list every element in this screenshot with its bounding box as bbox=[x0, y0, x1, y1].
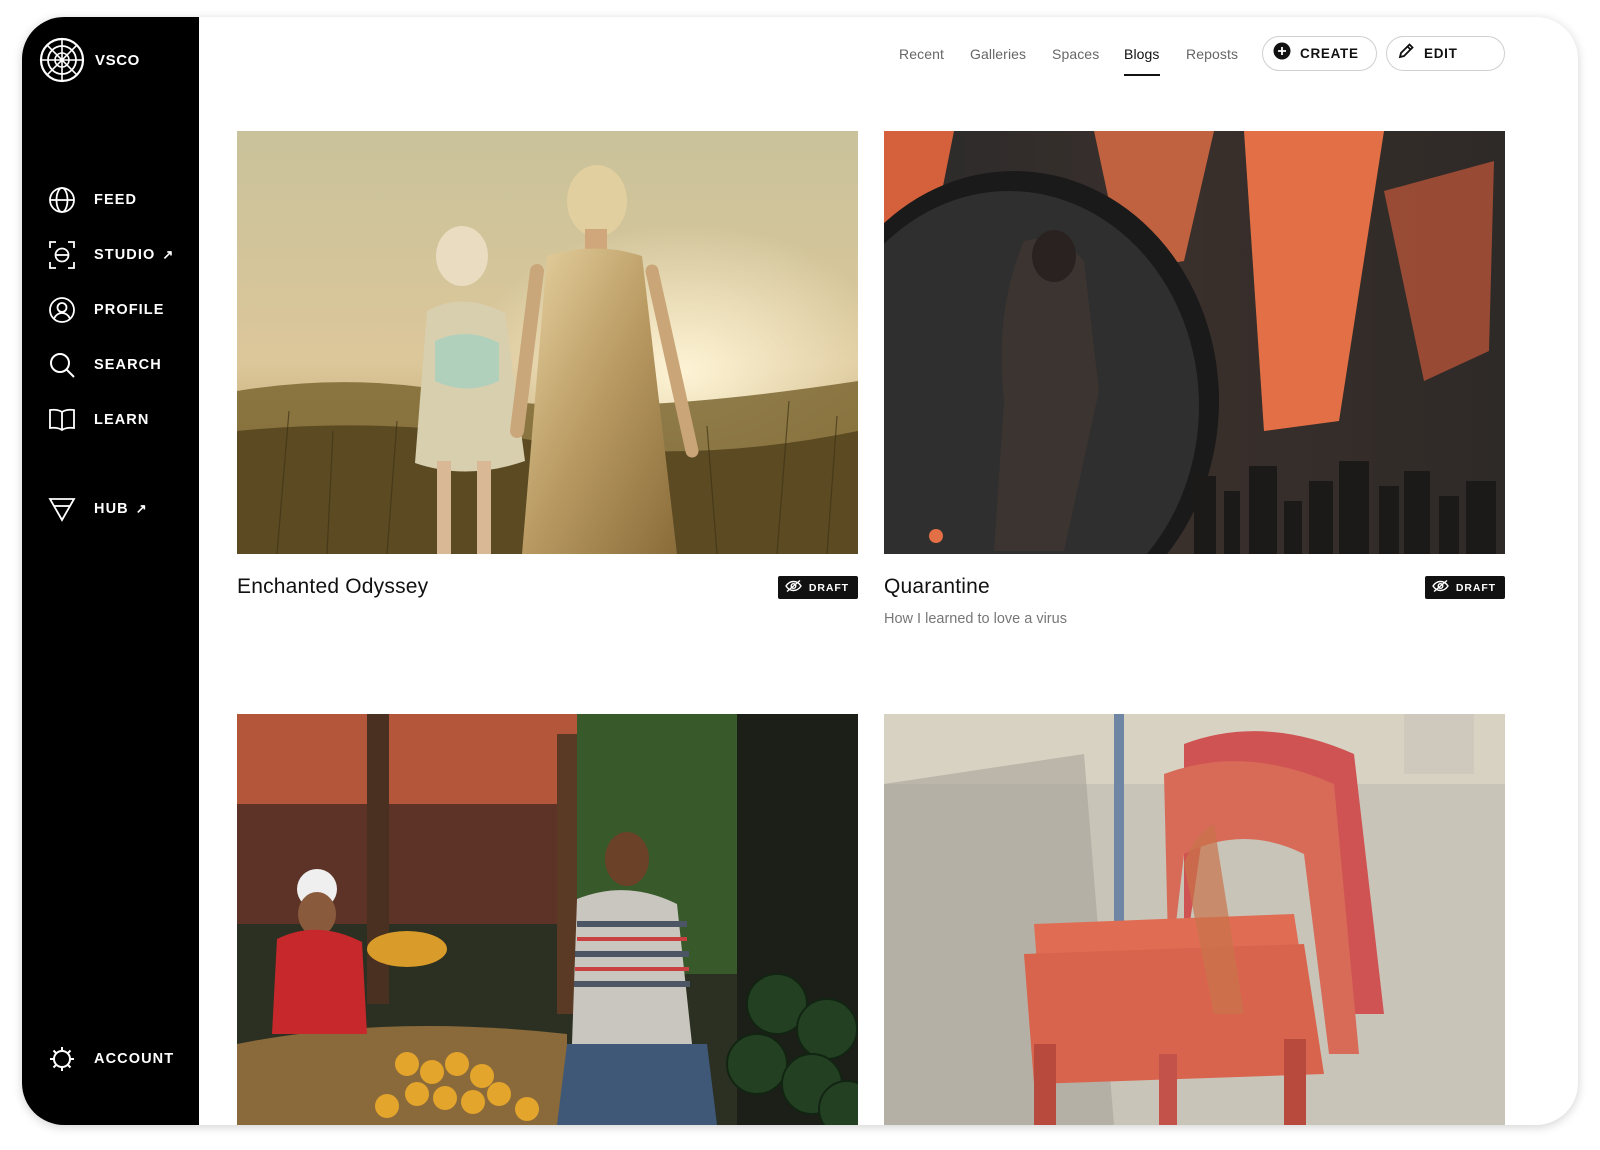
blog-cover-image[interactable] bbox=[884, 131, 1505, 554]
tab-recent[interactable]: Recent bbox=[899, 46, 944, 62]
globe-icon bbox=[48, 186, 76, 214]
blog-cover-image[interactable] bbox=[237, 714, 858, 1125]
blog-card bbox=[237, 714, 858, 1125]
badge-label: DRAFT bbox=[808, 581, 849, 594]
draft-badge: DRAFT bbox=[1424, 576, 1505, 599]
eye-off-icon bbox=[785, 579, 802, 597]
sidebar: VSCO FEED STUDIO ↗ PROFILE SEARCH LEARN … bbox=[22, 17, 199, 1125]
sidebar-item-profile[interactable]: PROFILE bbox=[48, 296, 165, 324]
blog-card bbox=[884, 714, 1505, 1125]
sidebar-item-studio[interactable]: STUDIO ↗ bbox=[48, 241, 173, 269]
top-nav: Recent Galleries Spaces Blogs Reposts CR… bbox=[199, 17, 1578, 117]
blog-title[interactable]: Quarantine bbox=[884, 575, 990, 599]
blog-cover-image[interactable] bbox=[884, 714, 1505, 1125]
sidebar-item-account[interactable]: ACCOUNT bbox=[48, 1045, 174, 1073]
plus-circle-icon bbox=[1273, 42, 1291, 65]
eye-off-icon bbox=[1432, 579, 1449, 597]
sidebar-item-learn[interactable]: LEARN bbox=[48, 406, 149, 434]
tab-galleries[interactable]: Galleries bbox=[970, 46, 1026, 62]
tab-blogs[interactable]: Blogs bbox=[1124, 46, 1160, 76]
sidebar-item-label: LEARN bbox=[94, 412, 150, 428]
search-icon bbox=[48, 351, 76, 379]
logo-text: VSCO bbox=[95, 51, 140, 69]
blog-subtitle: How I learned to love a virus bbox=[884, 611, 1067, 627]
draft-badge: DRAFT bbox=[777, 576, 858, 599]
profile-icon bbox=[48, 296, 76, 324]
badge-label: DRAFT bbox=[1455, 581, 1496, 594]
sidebar-item-label: PROFILE bbox=[94, 302, 165, 318]
blog-card: Quarantine How I learned to love a virus… bbox=[884, 131, 1505, 651]
logo[interactable]: VSCO bbox=[39, 37, 140, 83]
create-button[interactable]: CREATE bbox=[1262, 36, 1377, 71]
sidebar-item-label: ACCOUNT bbox=[94, 1051, 175, 1067]
book-icon bbox=[48, 406, 76, 434]
sidebar-item-label: STUDIO bbox=[94, 247, 156, 263]
edit-label: EDIT bbox=[1424, 46, 1458, 61]
external-link-icon: ↗ bbox=[135, 501, 147, 516]
blog-title[interactable]: Enchanted Odyssey bbox=[237, 575, 428, 599]
tab-reposts[interactable]: Reposts bbox=[1186, 46, 1238, 62]
studio-icon bbox=[48, 241, 76, 269]
sidebar-item-label: SEARCH bbox=[94, 357, 162, 373]
external-link-icon: ↗ bbox=[162, 247, 174, 262]
vsco-logo-icon bbox=[39, 37, 85, 83]
tab-spaces[interactable]: Spaces bbox=[1052, 46, 1099, 62]
create-label: CREATE bbox=[1300, 46, 1359, 61]
triangle-icon bbox=[48, 495, 76, 523]
blog-cover-image[interactable] bbox=[237, 131, 858, 554]
pencil-icon bbox=[1397, 42, 1415, 65]
gear-icon bbox=[48, 1045, 76, 1073]
sidebar-item-feed[interactable]: FEED bbox=[48, 186, 137, 214]
sidebar-item-hub[interactable]: HUB ↗ bbox=[48, 495, 147, 523]
sidebar-item-search[interactable]: SEARCH bbox=[48, 351, 162, 379]
edit-button[interactable]: EDIT bbox=[1386, 36, 1505, 71]
app-window: VSCO FEED STUDIO ↗ PROFILE SEARCH LEARN … bbox=[22, 17, 1578, 1125]
sidebar-item-label: HUB bbox=[94, 501, 129, 517]
blog-card: Enchanted Odyssey DRAFT bbox=[237, 131, 858, 651]
sidebar-item-label: FEED bbox=[94, 192, 138, 208]
